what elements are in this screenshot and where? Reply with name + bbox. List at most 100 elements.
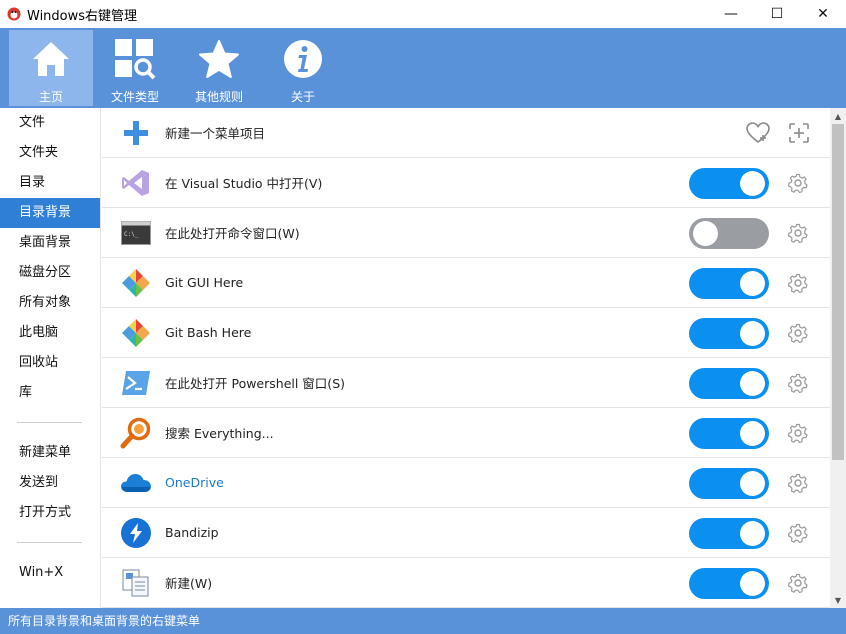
enable-toggle[interactable] xyxy=(689,518,769,549)
gear-icon[interactable] xyxy=(788,473,808,493)
sidebar-item-desktop-background[interactable]: 桌面背景 xyxy=(0,228,100,258)
app-logo-icon xyxy=(6,6,22,22)
sidebar-item-send-to[interactable]: 发送到 xyxy=(0,468,100,498)
gear-icon[interactable] xyxy=(788,173,808,193)
info-icon xyxy=(281,37,325,81)
file-types-icon xyxy=(113,37,157,81)
menu-item-list: 新建一个菜单项目 在 Visual Studio 中打开(V) C:\_ 在此处… xyxy=(102,108,830,608)
plus-icon xyxy=(120,117,152,149)
list-item-label: Bandizip xyxy=(165,525,219,540)
sidebar-item-file[interactable]: 文件 xyxy=(0,108,100,138)
git-icon xyxy=(120,317,152,349)
sidebar-divider xyxy=(17,422,82,423)
scrollbar-thumb[interactable] xyxy=(832,124,844,460)
sidebar-item-library[interactable]: 库 xyxy=(0,378,100,408)
toggle-knob xyxy=(740,571,765,596)
list-item-label: 在 Visual Studio 中打开(V) xyxy=(165,176,323,191)
gear-icon[interactable] xyxy=(788,373,808,393)
close-button[interactable]: ✕ xyxy=(800,0,846,28)
gear-icon[interactable] xyxy=(788,423,808,443)
status-bar: 所有目录背景和桌面背景的右键菜单 xyxy=(0,608,846,634)
vertical-scrollbar[interactable]: ▲ ▼ xyxy=(830,108,846,608)
svg-text:C:\_: C:\_ xyxy=(124,231,139,238)
tab-other-rules[interactable]: 其他规则 xyxy=(177,30,261,106)
sidebar-divider xyxy=(17,542,82,543)
tab-about[interactable]: 关于 xyxy=(261,30,345,106)
tab-other-rules-label: 其他规则 xyxy=(194,90,243,104)
enable-toggle[interactable] xyxy=(689,318,769,349)
toggle-knob xyxy=(740,371,765,396)
gear-icon[interactable] xyxy=(788,273,808,293)
list-item-label: 搜索 Everything... xyxy=(165,426,274,441)
list-item-label: 在此处打开 Powershell 窗口(S) xyxy=(165,376,345,391)
toggle-knob xyxy=(740,321,765,346)
enable-toggle[interactable] xyxy=(689,218,769,249)
sidebar-item-directory-background[interactable]: 目录背景 xyxy=(0,198,100,228)
enable-toggle[interactable] xyxy=(689,568,769,599)
add-item-icon[interactable] xyxy=(788,122,810,144)
bandizip-icon xyxy=(120,517,152,549)
sidebar-item-recycle-bin[interactable]: 回收站 xyxy=(0,348,100,378)
sidebar-item-this-pc[interactable]: 此电脑 xyxy=(0,318,100,348)
toggle-knob xyxy=(693,221,718,246)
favorite-heart-icon[interactable] xyxy=(745,121,771,145)
visual-studio-icon xyxy=(120,167,152,199)
list-item[interactable]: C:\_ 在此处打开命令窗口(W) xyxy=(102,208,830,258)
title-bar: Windows右键管理 — ☐ ✕ xyxy=(0,0,846,28)
gear-icon[interactable] xyxy=(788,573,808,593)
toggle-knob xyxy=(740,521,765,546)
sidebar-item-directory[interactable]: 目录 xyxy=(0,168,100,198)
home-icon xyxy=(29,37,73,81)
git-icon xyxy=(120,267,152,299)
list-item[interactable]: 新建(W) xyxy=(102,558,830,608)
toggle-knob xyxy=(740,471,765,496)
sidebar-item-all-objects[interactable]: 所有对象 xyxy=(0,288,100,318)
new-menu-item-row[interactable]: 新建一个菜单项目 xyxy=(102,108,830,158)
list-item[interactable]: Git Bash Here xyxy=(102,308,830,358)
list-item[interactable]: OneDrive xyxy=(102,458,830,508)
list-item-label: Git Bash Here xyxy=(165,325,252,340)
tab-file-types-label: 文件类型 xyxy=(110,90,159,104)
new-menu-item-label: 新建一个菜单项目 xyxy=(165,126,266,141)
list-item-label: OneDrive xyxy=(165,475,224,490)
toggle-knob xyxy=(740,271,765,296)
gear-icon[interactable] xyxy=(788,223,808,243)
list-item[interactable]: 在 Visual Studio 中打开(V) xyxy=(102,158,830,208)
enable-toggle[interactable] xyxy=(689,418,769,449)
scroll-up-arrow-icon[interactable]: ▲ xyxy=(830,108,846,124)
list-item[interactable]: Git GUI Here xyxy=(102,258,830,308)
gear-icon[interactable] xyxy=(788,523,808,543)
sidebar-item-win-x[interactable]: Win+X xyxy=(0,558,100,588)
tab-about-label: 关于 xyxy=(290,90,315,104)
minimize-button[interactable]: — xyxy=(708,0,754,28)
sidebar-item-new-menu[interactable]: 新建菜单 xyxy=(0,438,100,468)
top-toolbar: 主页 文件类型 其他规则 关于 xyxy=(0,28,846,108)
sidebar-item-folder[interactable]: 文件夹 xyxy=(0,138,100,168)
command-prompt-icon: C:\_ xyxy=(120,217,152,249)
list-item[interactable]: 搜索 Everything... xyxy=(102,408,830,458)
tab-home[interactable]: 主页 xyxy=(9,30,93,106)
list-item[interactable]: Bandizip xyxy=(102,508,830,558)
enable-toggle[interactable] xyxy=(689,368,769,399)
toggle-knob xyxy=(740,171,765,196)
maximize-button[interactable]: ☐ xyxy=(754,0,800,28)
list-item[interactable]: 在此处打开 Powershell 窗口(S) xyxy=(102,358,830,408)
enable-toggle[interactable] xyxy=(689,468,769,499)
scroll-down-arrow-icon[interactable]: ▼ xyxy=(830,592,846,608)
star-icon xyxy=(197,37,241,81)
toggle-knob xyxy=(740,421,765,446)
enable-toggle[interactable] xyxy=(689,168,769,199)
gear-icon[interactable] xyxy=(788,323,808,343)
list-item-label: 新建(W) xyxy=(165,576,213,591)
sidebar-item-open-with[interactable]: 打开方式 xyxy=(0,498,100,528)
sidebar-item-drive[interactable]: 磁盘分区 xyxy=(0,258,100,288)
tab-file-types[interactable]: 文件类型 xyxy=(93,30,177,106)
window-title: Windows右键管理 xyxy=(27,8,138,24)
powershell-icon xyxy=(120,367,152,399)
new-document-icon xyxy=(120,567,152,599)
enable-toggle[interactable] xyxy=(689,268,769,299)
tab-home-label: 主页 xyxy=(38,90,63,104)
list-item-label: 在此处打开命令窗口(W) xyxy=(165,226,300,241)
everything-search-icon xyxy=(120,417,152,449)
onedrive-icon xyxy=(120,467,152,499)
